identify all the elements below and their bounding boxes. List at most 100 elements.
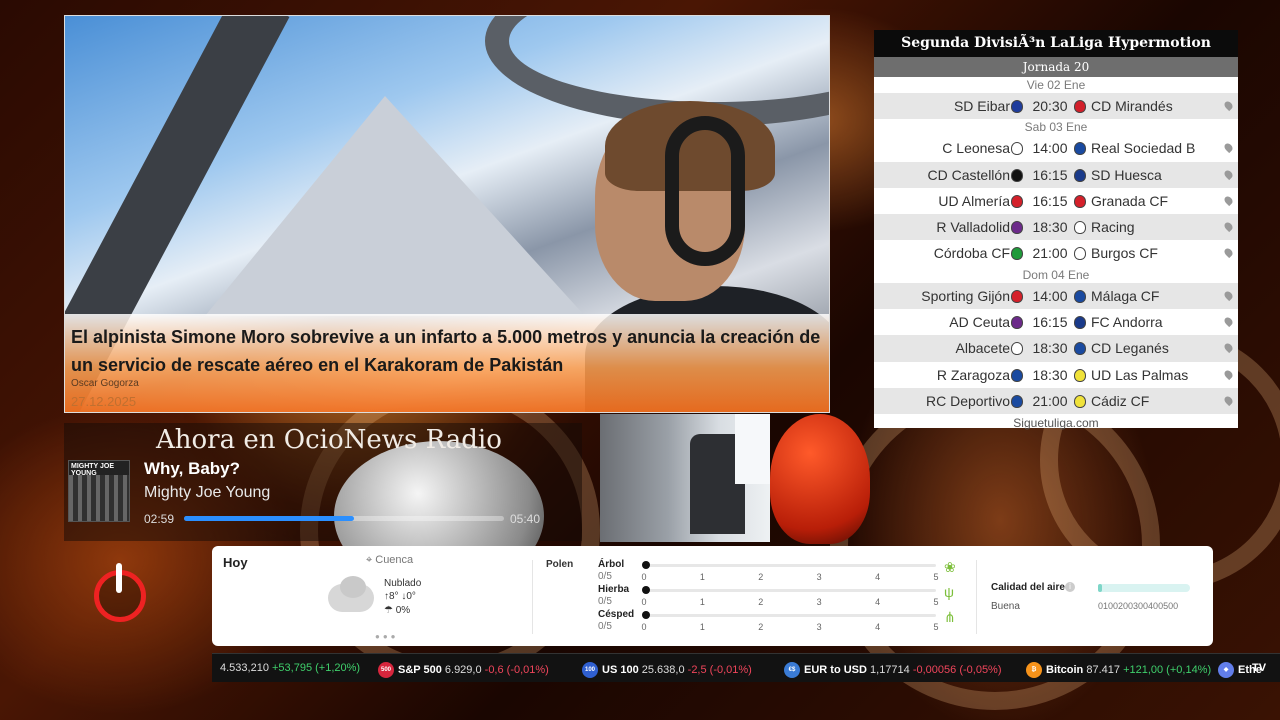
tradingview-logo[interactable]: TV: [1252, 662, 1266, 674]
progress-bar[interactable]: [184, 516, 504, 521]
match-time: 18:30: [1032, 366, 1068, 383]
pollen-tick: 3: [816, 622, 822, 632]
pollen-tick: 1: [699, 622, 705, 632]
rugby-ball-graphic: [770, 414, 870, 544]
pollen-row: Césped 0/5 0 1 2 3 4 5 ⋔: [598, 609, 958, 633]
location-pin-icon[interactable]: [1222, 168, 1235, 180]
fixture-day: Vie 02 Ene: [874, 77, 1238, 93]
total-time: 05:40: [510, 512, 541, 526]
fixture-row[interactable]: AD Ceuta 16:15 FC Andorra: [874, 309, 1238, 335]
league-fixtures: Vie 02 Ene SD Eibar 20:30 CD Mirandés Sab 03…: [874, 77, 1238, 415]
home-team: CD Castellón: [927, 166, 1010, 183]
league-table: Segunda DivisiÃ³n LaLiga Hypermotion Jor…: [874, 30, 1238, 430]
away-crest-icon: [1074, 142, 1086, 156]
ticker-name: S&P 500: [398, 663, 442, 676]
radio-player: Ahora en OcioNews Radio MIGHTY JOE YOUNG…: [64, 423, 582, 591]
league-round: Jornada 20: [874, 57, 1238, 77]
home-team: UD Almería: [938, 192, 1010, 209]
pollen-label: Polen: [546, 559, 574, 570]
location-pin-icon[interactable]: [1222, 289, 1235, 301]
home-crest-icon: [1011, 316, 1023, 330]
power-icon-stem: [116, 563, 122, 593]
air-quality-fill: [1098, 584, 1102, 592]
home-team: R Zaragoza: [936, 366, 1010, 383]
location-pin-icon[interactable]: [1222, 194, 1235, 207]
home-crest-icon: [1011, 142, 1023, 156]
location-pin-icon[interactable]: [1222, 315, 1235, 328]
ticker-item[interactable]: 4.533,210 +53,795 (+1,20%): [220, 662, 360, 674]
news-author: Oscar Gogorza: [71, 378, 139, 389]
away-team: CD Leganés: [1091, 340, 1169, 357]
info-icon[interactable]: i: [1065, 582, 1075, 592]
news-title[interactable]: El alpinista Simone Moro sobrevive a un …: [71, 323, 827, 379]
location-pin-icon[interactable]: [1222, 221, 1235, 233]
pollen-track: [644, 564, 936, 567]
pollen-tick: 4: [875, 622, 881, 632]
home-team: Sporting Gijón: [921, 287, 1010, 304]
pollen-tick: 2: [758, 597, 764, 607]
progress-fill: [184, 516, 354, 521]
location-name: Cuenca: [375, 554, 414, 566]
photo-mountain: [205, 96, 585, 316]
divider: [976, 560, 977, 634]
pollen-tick: 4: [875, 597, 881, 607]
ticker-change: -2,5 (-0,01%): [687, 663, 752, 676]
news-card[interactable]: El alpinista Simone Moro sobrevive a un …: [64, 15, 830, 413]
pollen-name: Césped: [598, 609, 635, 620]
pollen-level-marker: [642, 561, 650, 569]
fixture-row[interactable]: RC Deportivo 21:00 Cádiz CF: [874, 387, 1238, 415]
ticker-name: Bitcoin: [1046, 663, 1084, 676]
ticker-name: EUR to USD: [804, 663, 867, 676]
away-crest-icon: [1074, 100, 1086, 113]
home-crest-icon: [1011, 221, 1023, 235]
pollen-tick: 3: [816, 597, 822, 607]
pollen-tick: 4: [875, 572, 881, 582]
fixture-row[interactable]: R Valladolid 18:30 Racing: [874, 214, 1238, 241]
fixture-row[interactable]: Córdoba CF 21:00 Burgos CF: [874, 240, 1238, 266]
ticker-value: 6.929,0: [444, 663, 482, 676]
home-team: RC Deportivo: [925, 392, 1010, 409]
pollen-track: [644, 614, 936, 617]
song-artist: Mighty Joe Young: [144, 484, 271, 501]
ticker-change: -0,00056 (-0,05%): [912, 663, 1002, 676]
pollen-tick: 5: [933, 572, 939, 582]
away-team: FC Andorra: [1091, 314, 1163, 331]
league-footer-link[interactable]: Siguetuliga.com: [874, 414, 1238, 432]
tree-icon: ❀: [944, 559, 956, 575]
location-pin-icon[interactable]: [1222, 99, 1235, 112]
pollen-row: Árbol 0/5 0 1 2 3 4 5 ❀: [598, 559, 958, 583]
location-pin-icon[interactable]: [1222, 142, 1235, 154]
location-pin-icon[interactable]: [1222, 394, 1235, 407]
location-pin-icon[interactable]: [1222, 368, 1235, 380]
pollen-scale: 0 1 2 3 4 5: [641, 572, 939, 584]
away-crest-icon: [1074, 368, 1086, 382]
away-crest-icon: [1074, 194, 1086, 208]
away-crest-icon: [1074, 247, 1086, 261]
away-crest-icon: [1074, 168, 1086, 182]
fixture-row[interactable]: CD Castellón 16:15 SD Huesca: [874, 161, 1238, 188]
fixture-row[interactable]: R Zaragoza 18:30 UD Las Palmas: [874, 362, 1238, 388]
cloud-icon-top: [340, 576, 366, 598]
pollen-tick: 1: [699, 572, 705, 582]
carousel-dots[interactable]: ●●●: [375, 632, 399, 641]
location-pin-icon[interactable]: [1222, 342, 1235, 354]
ticker-badge-icon: ◆: [1218, 662, 1234, 678]
ticker-item[interactable]: €$ EUR to USD 1,17714 -0,00056 (-0,05%): [784, 662, 1002, 678]
market-ticker: 4.533,210 +53,795 (+1,20%) 500 S&P 500 6.9…: [212, 653, 1280, 682]
fixture-row[interactable]: Sporting Gijón 14:00 Málaga CF: [874, 282, 1238, 310]
fixture-row[interactable]: C Leonesa 14:00 Real Sociedad B: [874, 135, 1238, 161]
ticker-badge-icon: ₿: [1026, 662, 1042, 678]
ticker-item[interactable]: 500 S&P 500 6.929,0 -0,6 (-0,01%): [378, 662, 549, 678]
fixture-row[interactable]: UD Almería 16:15 Granada CF: [874, 188, 1238, 214]
ticker-item[interactable]: ₿ Bitcoin 87.417 +121,00 (+0,14%): [1026, 662, 1211, 678]
pollen-tick: 5: [933, 622, 939, 632]
away-team: Granada CF: [1091, 192, 1169, 209]
weather-day-label: Hoy: [223, 555, 248, 570]
ticker-item[interactable]: 100 US 100 25.638,0 -2,5 (-0,01%): [582, 662, 752, 678]
weather-rain: ☂ 0%: [384, 605, 410, 616]
location-pin-icon[interactable]: [1222, 247, 1235, 259]
fixture-row[interactable]: SD Eibar 20:30 CD Mirandés: [874, 93, 1238, 120]
fixture-row[interactable]: Albacete 18:30 CD Leganés: [874, 335, 1238, 362]
pollen-track: [644, 589, 936, 592]
match-time: 14:00: [1032, 287, 1068, 304]
